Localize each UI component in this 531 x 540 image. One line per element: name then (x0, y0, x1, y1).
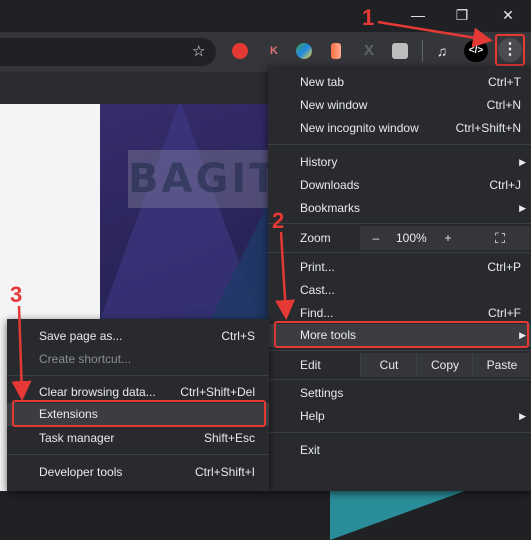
arrow-2 (275, 231, 296, 320)
arrow-3 (11, 305, 32, 401)
annotation-arrows (11, 20, 493, 401)
arrow-1 (377, 20, 493, 48)
